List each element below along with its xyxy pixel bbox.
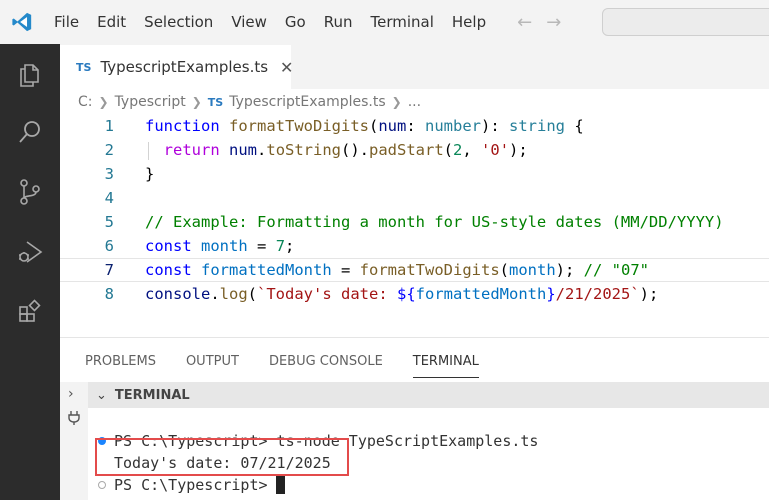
breadcrumb: C: ❯ Typescript ❯ TS TypescriptExamples.… (60, 89, 769, 115)
breadcrumb-folder[interactable]: Typescript (115, 94, 186, 110)
terminal-header-label: TERMINAL (114, 387, 190, 403)
typescript-file-icon: TS (76, 60, 92, 74)
menu-run[interactable]: Run (315, 0, 362, 44)
vscode-logo-icon (0, 0, 44, 44)
command-center-search[interactable] (602, 8, 769, 36)
output-highlight-box (95, 438, 349, 476)
terminal-prompt-line: PS C:\Typescript> (114, 474, 285, 496)
terminal-section-header[interactable]: ⌄ TERMINAL (88, 382, 769, 408)
line-number: 7 (104, 261, 114, 279)
title-bar: File Edit Selection View Go Run Terminal… (0, 0, 769, 44)
chevron-right-icon[interactable]: › (68, 386, 74, 402)
chevron-right-icon: ❯ (391, 95, 402, 109)
code-line: 1 function formatTwoDigits(num: number):… (60, 114, 769, 138)
menu-selection[interactable]: Selection (135, 0, 222, 44)
terminal-cursor (275, 476, 285, 494)
code-text: const formattedMonth = formatTwoDigits(m… (145, 261, 649, 279)
run-debug-icon[interactable] (14, 236, 46, 268)
tab-typescriptexamples[interactable]: TS TypescriptExamples.ts ✕ (60, 44, 293, 89)
panel-tab-bar: PROBLEMS OUTPUT DEBUG CONSOLE TERMINAL (60, 338, 769, 378)
line-number: 4 (104, 189, 114, 207)
arrow-right-icon[interactable]: → (546, 12, 561, 33)
code-line: 6 const month = 7; (60, 234, 769, 258)
activity-bar (0, 44, 60, 500)
code-text: return num.toString().padStart(2, '0'); (163, 141, 528, 159)
plug-icon[interactable] (67, 410, 81, 430)
code-line-current: 7 const formattedMonth = formatTwoDigits… (60, 258, 769, 282)
menu-terminal[interactable]: Terminal (362, 0, 443, 44)
menu-view[interactable]: View (222, 0, 276, 44)
tab-output[interactable]: OUTPUT (186, 338, 239, 378)
menu-edit[interactable]: Edit (88, 0, 135, 44)
tab-terminal[interactable]: TERMINAL (412, 338, 479, 378)
breadcrumb-more[interactable]: ... (408, 94, 421, 110)
line-number: 6 (104, 237, 114, 255)
arrow-left-icon[interactable]: ← (517, 12, 532, 33)
line-number: 3 (104, 165, 114, 183)
code-text: function formatTwoDigits(num: number): s… (145, 117, 584, 135)
source-control-icon[interactable] (14, 176, 46, 208)
typescript-file-icon: TS (207, 95, 224, 109)
line-number: 8 (104, 285, 114, 303)
editor-tab-bar: TS TypescriptExamples.ts ✕ (60, 44, 769, 89)
line-number: 2 (104, 141, 114, 159)
line-number: 5 (104, 213, 114, 231)
explorer-icon[interactable] (14, 58, 46, 90)
command-pending-icon[interactable] (98, 481, 106, 489)
code-line: 5 // Example: Formatting a month for US-… (60, 210, 769, 234)
code-text: console.log(`Today's date: ${formattedMo… (145, 285, 659, 303)
terminal-prompt: PS C:\Typescript> (114, 476, 268, 494)
navigation-arrows: ← → (517, 12, 561, 33)
code-text: // Example: Formatting a month for US-st… (145, 213, 724, 231)
breadcrumb-drive[interactable]: C: (78, 94, 93, 110)
code-line: 4 (60, 186, 769, 210)
code-line: 8 console.log(`Today's date: ${formatted… (60, 282, 769, 306)
tab-problems[interactable]: PROBLEMS (85, 338, 156, 378)
search-icon[interactable] (14, 116, 46, 148)
breadcrumb-file[interactable]: TypescriptExamples.ts (229, 94, 385, 110)
chevron-right-icon: ❯ (191, 95, 202, 109)
code-editor[interactable]: 1 function formatTwoDigits(num: number):… (60, 114, 769, 334)
panel-side-strip: › (60, 382, 88, 500)
menu-go[interactable]: Go (276, 0, 315, 44)
extensions-icon[interactable] (14, 296, 46, 328)
code-line: 2 return num.toString().padStart(2, '0')… (60, 138, 769, 162)
menu-bar: File Edit Selection View Go Run Terminal… (44, 0, 495, 44)
code-line: 3 } (60, 162, 769, 186)
close-icon[interactable]: ✕ (280, 58, 293, 77)
tab-debug-console[interactable]: DEBUG CONSOLE (269, 338, 383, 378)
tab-label: TypescriptExamples.ts (100, 58, 269, 76)
menu-help[interactable]: Help (443, 0, 495, 44)
line-number: 1 (104, 117, 114, 135)
menu-file[interactable]: File (44, 0, 88, 44)
chevron-down-icon: ⌄ (96, 387, 107, 403)
code-text: const month = 7; (145, 237, 295, 255)
code-text: } (145, 165, 155, 183)
chevron-right-icon: ❯ (98, 95, 109, 109)
